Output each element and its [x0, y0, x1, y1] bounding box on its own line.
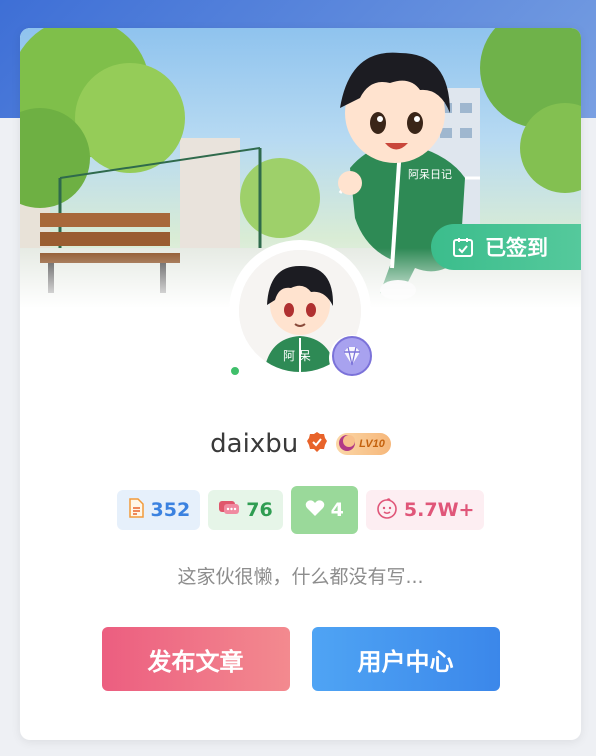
stats-row: 352 76 4 5.7W+	[20, 486, 581, 534]
name-row: daixbu LV10	[20, 424, 581, 464]
stat-articles[interactable]: 352	[116, 490, 201, 530]
checkin-status-badge[interactable]: 已签到	[431, 224, 581, 270]
username[interactable]: daixbu	[210, 429, 298, 459]
document-icon	[127, 497, 145, 523]
online-status-dot	[229, 365, 241, 377]
likes-count: 4	[330, 499, 344, 521]
heart-icon	[305, 499, 325, 522]
smiley-icon	[376, 497, 398, 524]
diamond-icon	[332, 335, 372, 381]
diamond-badge	[329, 335, 375, 381]
level-badge: LV10	[336, 433, 391, 455]
stat-fans[interactable]: 5.7W+	[365, 490, 485, 530]
bio-text: 这家伙很懒，什么都没有写...	[177, 566, 424, 588]
articles-count: 352	[150, 499, 191, 521]
banner-jacket-text: 阿呆日记	[408, 168, 452, 181]
avatar-jacket-text: 阿 呆	[283, 349, 311, 363]
moon-level-icon	[338, 434, 356, 455]
stat-comments[interactable]: 76	[208, 490, 283, 530]
action-buttons: 发布文章 用户中心	[20, 627, 581, 691]
level-label: LV10	[359, 438, 385, 450]
chat-bubble-icon	[218, 499, 240, 522]
avatar-container[interactable]: 阿 呆	[229, 240, 375, 382]
user-center-button[interactable]: 用户中心	[311, 627, 500, 691]
checkin-label: 已签到	[485, 236, 548, 260]
verified-badge-icon	[306, 431, 328, 458]
fans-count: 5.7W+	[403, 499, 475, 521]
calendar-check-icon	[451, 235, 475, 259]
comments-count: 76	[246, 499, 273, 521]
stat-likes[interactable]: 4	[290, 486, 358, 534]
profile-card: 阿呆日记 已签到 阿 呆 daixbu LV10 352 76 4 5.7W+ …	[20, 28, 581, 740]
publish-article-button[interactable]: 发布文章	[101, 627, 290, 691]
